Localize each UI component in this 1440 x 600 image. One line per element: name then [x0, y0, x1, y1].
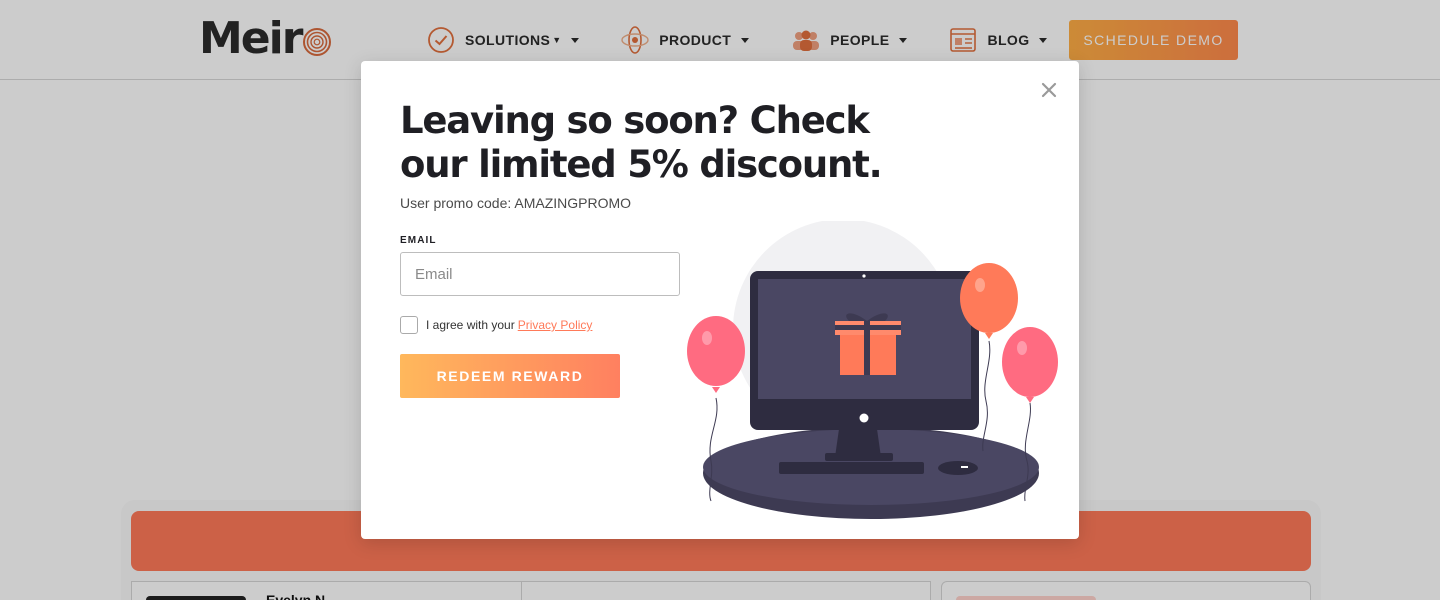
exit-intent-modal: Leaving so soon? Check our limited 5% di…	[361, 61, 1079, 539]
privacy-consent-row: I agree with your Privacy Policy	[400, 316, 592, 334]
modal-title: Leaving so soon? Check our limited 5% di…	[400, 99, 883, 186]
gift-illustration	[687, 221, 1058, 519]
redeem-reward-button[interactable]: REDEEM REWARD	[400, 354, 620, 398]
consent-text: I agree with your	[426, 318, 515, 332]
promo-code-text: User promo code: AMAZINGPROMO	[400, 195, 632, 211]
email-input[interactable]	[400, 252, 680, 296]
close-icon	[1041, 82, 1057, 98]
email-label: EMAIL	[400, 235, 437, 246]
close-button[interactable]	[1037, 78, 1061, 102]
privacy-checkbox[interactable]	[400, 316, 418, 334]
privacy-policy-link[interactable]: Privacy Policy	[518, 318, 593, 332]
